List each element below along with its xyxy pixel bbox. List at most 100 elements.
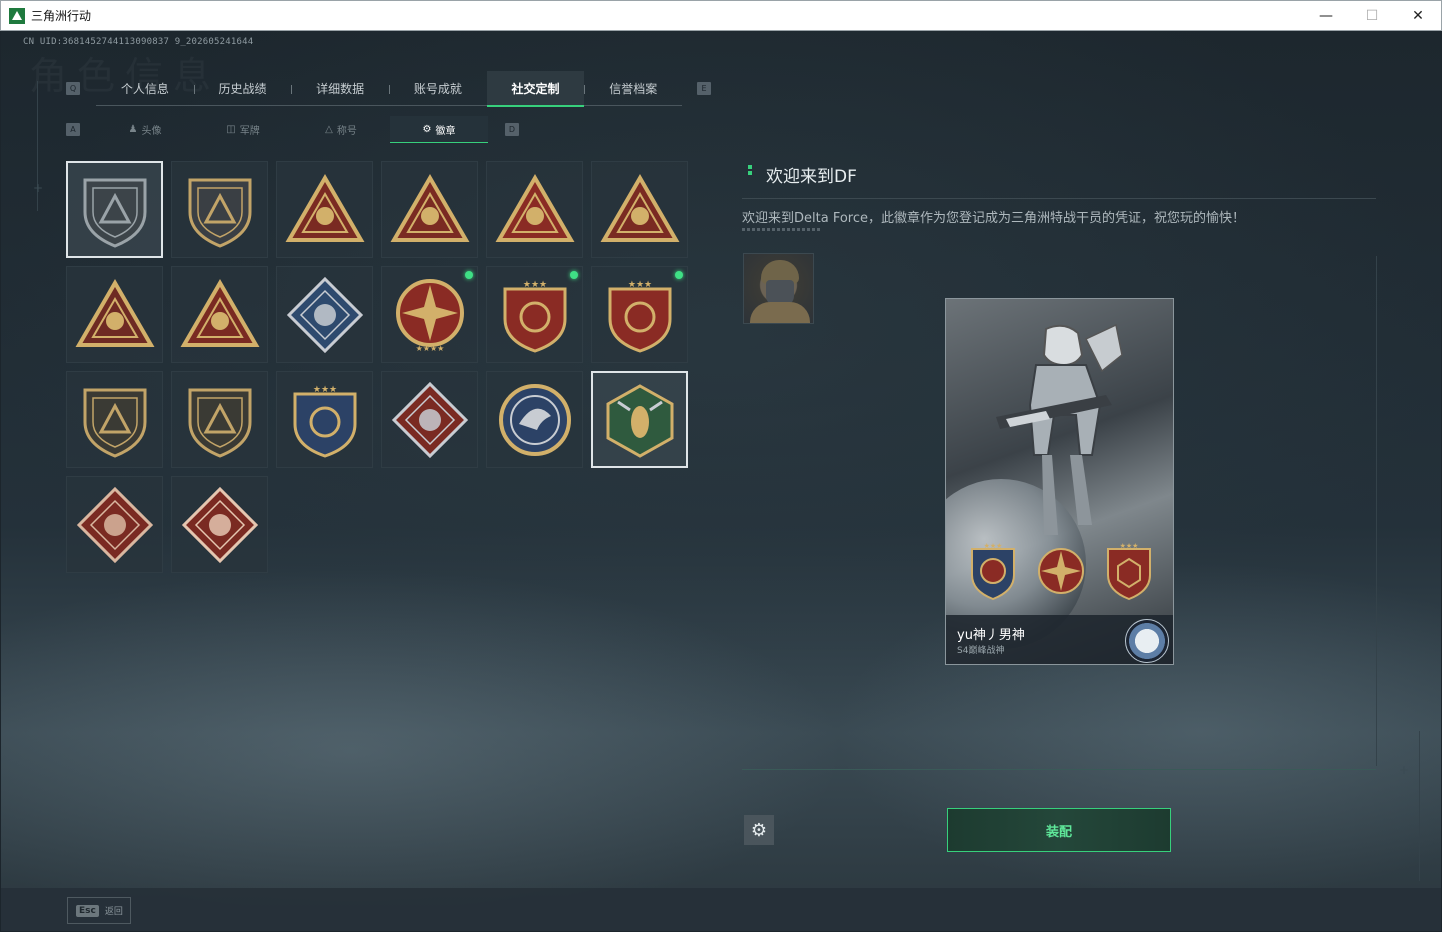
settings-button[interactable]: ⚙ bbox=[744, 815, 774, 845]
badge-slot[interactable] bbox=[66, 266, 163, 363]
person-icon: ♟ bbox=[128, 124, 138, 135]
badge-description: 欢迎来到Delta Force，此徽章作为您登记成为三角洲特战干员的凭证，祝您玩… bbox=[742, 211, 1245, 226]
subtab-label: 军牌 bbox=[239, 126, 260, 137]
frame-line bbox=[1376, 256, 1377, 766]
wasp-badge-icon bbox=[606, 383, 673, 458]
tab-credit-record[interactable]: 信誉档案 bbox=[584, 71, 682, 106]
hexagram-hands-badge-icon bbox=[600, 173, 679, 242]
tab-match-history[interactable]: 历史战绩 bbox=[193, 71, 292, 106]
badge-title: 欢迎来到DF bbox=[766, 167, 857, 187]
dogtag-icon: ◫ bbox=[226, 124, 236, 135]
badge-detail-header: 欢迎来到DF bbox=[742, 159, 1376, 199]
player-rank-title: S4巅峰战神 bbox=[957, 646, 1005, 656]
badge-slot[interactable] bbox=[276, 161, 373, 258]
badge-slot[interactable] bbox=[171, 266, 268, 363]
badge-slot[interactable]: ★★★ bbox=[486, 266, 583, 363]
helicopter-badge-icon bbox=[188, 178, 251, 248]
wing-emblem-badge-icon: ★★★ bbox=[503, 280, 566, 353]
app-logo-icon bbox=[9, 7, 25, 24]
badge-slot[interactable] bbox=[276, 266, 373, 363]
next-subtab-key-hint[interactable]: D bbox=[505, 123, 519, 136]
frame-line bbox=[1419, 731, 1420, 881]
back-label: 返回 bbox=[104, 907, 123, 917]
player-uid: CN UID:3681452744113090837 9_20260524164… bbox=[23, 37, 254, 47]
window-title: 三角洲行动 bbox=[31, 9, 92, 23]
new-indicator-dot bbox=[675, 271, 683, 279]
tab-personal-info[interactable]: 个人信息 bbox=[96, 71, 194, 106]
tab-achievements[interactable]: 账号成就 bbox=[389, 71, 487, 106]
subtab-dogtag[interactable]: ◫ 军牌 bbox=[194, 116, 292, 143]
dragon-badge-icon bbox=[76, 486, 153, 563]
tab-social-customize[interactable]: 社交定制 bbox=[486, 71, 585, 107]
badge-slot[interactable] bbox=[486, 371, 583, 468]
close-button[interactable]: ✕ bbox=[1395, 1, 1441, 30]
tab-detailed-data[interactable]: 详细数据 bbox=[291, 71, 389, 106]
badge-slot[interactable]: ★★★★ bbox=[381, 266, 478, 363]
badge-slot[interactable] bbox=[66, 161, 163, 258]
back-button[interactable]: Esc 返回 bbox=[67, 897, 131, 924]
player-card-preview: ★★★ ★★★ yu神丿男神 S4巅峰战神 bbox=[945, 298, 1174, 665]
svg-text:★★★: ★★★ bbox=[627, 280, 651, 290]
rifle-shield-badge-icon bbox=[83, 388, 146, 458]
window-controls: — ☐ ✕ bbox=[1303, 1, 1441, 30]
badge-slot[interactable] bbox=[171, 371, 268, 468]
prev-subtab-key-hint[interactable]: A bbox=[66, 123, 80, 136]
player-name: yu神丿男神 bbox=[957, 628, 1025, 643]
equipped-compass-star-badge bbox=[1038, 548, 1084, 594]
badge-slot[interactable]: ★★★ bbox=[591, 266, 688, 363]
equip-button[interactable]: 装配 bbox=[947, 808, 1171, 852]
badge-slot[interactable] bbox=[171, 476, 268, 573]
crossed-guns-badge-icon: ★★★ bbox=[293, 385, 356, 458]
subtab-badge[interactable]: ⚙ 徽章 bbox=[390, 116, 488, 143]
badge-slot[interactable] bbox=[591, 371, 688, 468]
badge-slot[interactable]: ★★★ bbox=[276, 371, 373, 468]
delta-triangle-badge-icon bbox=[83, 178, 146, 248]
subtab-label: 徽章 bbox=[435, 125, 456, 137]
minimize-button[interactable]: — bbox=[1303, 1, 1349, 30]
crosshair-icon: + bbox=[1399, 763, 1410, 777]
sub-tab-bar: ♟ 头像 ◫ 军牌 △ 称号 ⚙ 徽章 bbox=[96, 116, 488, 143]
svg-text:★★★: ★★★ bbox=[984, 542, 1003, 550]
rank-emblem-icon bbox=[1125, 619, 1169, 663]
badge-slot[interactable] bbox=[381, 371, 478, 468]
s5-season-badge-icon bbox=[285, 173, 364, 242]
bottom-bar bbox=[1, 888, 1441, 931]
next-tab-key-hint[interactable]: E bbox=[697, 82, 711, 95]
maximize-button[interactable]: ☐ bbox=[1349, 1, 1395, 30]
gear-icon: ⚙ bbox=[750, 819, 768, 841]
wolf-badge-icon bbox=[391, 381, 468, 458]
operator-artwork bbox=[996, 323, 1123, 535]
subtab-title[interactable]: △ 称号 bbox=[292, 116, 390, 143]
badge-slot[interactable] bbox=[486, 161, 583, 258]
compass-star-badge-icon: ★★★★ bbox=[395, 278, 464, 353]
hex-crest-badge-icon: ★★★ bbox=[608, 280, 671, 353]
subtab-avatar[interactable]: ♟ 头像 bbox=[96, 116, 194, 143]
runner-badge-icon bbox=[181, 486, 258, 563]
game-viewport: 角色信息 CN UID:3681452744113090837 9_202605… bbox=[1, 31, 1441, 931]
eagle-badge-icon bbox=[498, 383, 571, 456]
svg-text:★★★: ★★★ bbox=[312, 385, 336, 395]
new-indicator-dot bbox=[570, 271, 578, 279]
number-one-badge-icon bbox=[495, 173, 574, 242]
equipped-wing-emblem-badge: ★★★ bbox=[971, 542, 1015, 601]
badge-slot[interactable] bbox=[591, 161, 688, 258]
operator-avatar[interactable] bbox=[743, 253, 814, 324]
prev-tab-key-hint[interactable]: Q bbox=[66, 82, 80, 95]
description-divider bbox=[742, 228, 820, 231]
window-titlebar: 三角洲行动 — ☐ ✕ bbox=[0, 0, 1442, 31]
svg-text:★★★: ★★★ bbox=[522, 280, 546, 290]
badge-slot[interactable] bbox=[66, 476, 163, 573]
badge-slot[interactable] bbox=[171, 161, 268, 258]
svg-text:★★★: ★★★ bbox=[1120, 542, 1139, 550]
badge-icon: ⚙ bbox=[422, 123, 432, 135]
section-marker-icon bbox=[748, 165, 752, 181]
actions-divider bbox=[742, 769, 1376, 770]
subtab-label: 称号 bbox=[336, 126, 357, 137]
svg-text:★★★★: ★★★★ bbox=[415, 344, 444, 353]
equipped-hex-crest-badge: ★★★ bbox=[1107, 542, 1151, 601]
card-footer: yu神丿男神 S4巅峰战神 bbox=[946, 615, 1173, 664]
rose-badge-icon bbox=[286, 276, 363, 353]
soldiers-badge-icon bbox=[75, 278, 154, 347]
badge-slot[interactable] bbox=[381, 161, 478, 258]
badge-slot[interactable] bbox=[66, 371, 163, 468]
